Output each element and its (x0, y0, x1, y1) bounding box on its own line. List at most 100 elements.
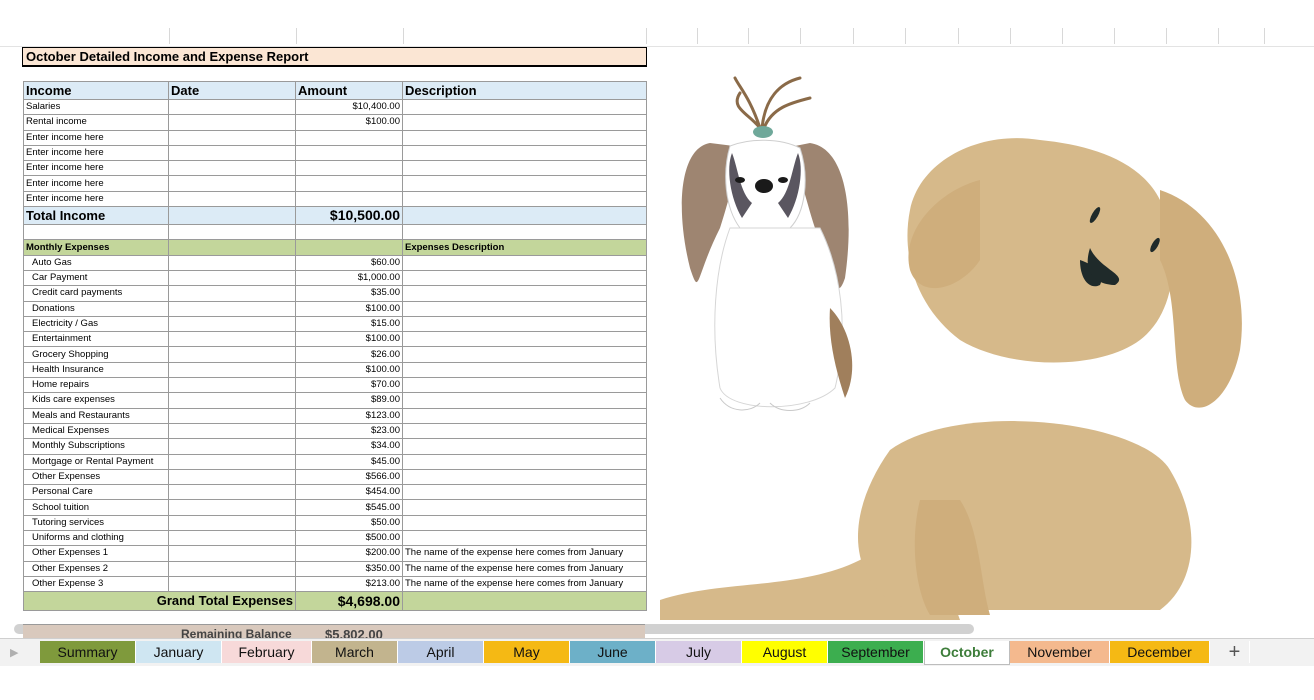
expense-label-cell[interactable]: Monthly Subscriptions (23, 438, 169, 455)
grand-total-description-cell[interactable] (402, 591, 647, 612)
expense-date-cell[interactable] (168, 453, 296, 470)
description-header[interactable]: Description (402, 81, 647, 100)
expense-label-cell[interactable]: Entertainment (23, 331, 169, 348)
grand-total-label[interactable]: Grand Total Expenses (23, 591, 296, 612)
expense-amount-cell[interactable]: $15.00 (295, 315, 403, 333)
expense-description-cell[interactable] (402, 530, 647, 547)
expense-amount-cell[interactable]: $26.00 (295, 346, 403, 363)
income-description-cell[interactable] (402, 190, 647, 208)
blank-cell[interactable] (402, 224, 647, 241)
expense-date-cell[interactable] (168, 560, 296, 577)
expense-label-cell[interactable]: Grocery Shopping (23, 346, 169, 363)
expense-date-cell[interactable] (168, 331, 296, 348)
income-label-cell[interactable]: Enter income here (23, 160, 169, 177)
expense-date-cell[interactable] (168, 285, 296, 302)
expense-date-cell[interactable] (168, 514, 296, 532)
total-income-label[interactable]: Total Income (23, 206, 169, 226)
tab-september[interactable]: September (828, 641, 924, 663)
income-date-cell[interactable] (168, 190, 296, 208)
expense-amount-cell[interactable]: $60.00 (295, 254, 403, 271)
tab-summary[interactable]: Summary (40, 641, 136, 663)
income-description-cell[interactable] (402, 144, 647, 162)
total-income-date-cell[interactable] (168, 206, 296, 226)
expense-date-cell[interactable] (168, 530, 296, 547)
expense-date-cell[interactable] (168, 499, 296, 516)
expense-amount-cell[interactable]: $500.00 (295, 530, 403, 547)
expense-description-cell[interactable]: The name of the expense here comes from … (402, 545, 647, 562)
expense-date-cell[interactable] (168, 545, 296, 562)
tab-december[interactable]: December (1110, 641, 1210, 663)
expense-label-cell[interactable]: Other Expenses (23, 468, 169, 486)
blank-cell[interactable] (295, 224, 403, 241)
tab-april[interactable]: April (398, 641, 484, 663)
expense-description-cell[interactable] (402, 361, 647, 379)
expense-description-cell[interactable] (402, 346, 647, 363)
income-amount-cell[interactable] (295, 190, 403, 208)
expense-label-cell[interactable]: Medical Expenses (23, 422, 169, 440)
expenses-date-header[interactable] (168, 239, 296, 256)
expense-description-cell[interactable] (402, 315, 647, 333)
expense-label-cell[interactable]: Health Insurance (23, 361, 169, 379)
income-label-cell[interactable]: Enter income here (23, 190, 169, 208)
income-description-cell[interactable] (402, 98, 647, 116)
expense-description-cell[interactable] (402, 392, 647, 409)
expense-date-cell[interactable] (168, 315, 296, 333)
expense-label-cell[interactable]: Credit card payments (23, 285, 169, 302)
tab-june[interactable]: June (570, 641, 656, 663)
expense-date-cell[interactable] (168, 484, 296, 501)
tab-august[interactable]: August (742, 641, 828, 663)
expense-amount-cell[interactable]: $200.00 (295, 545, 403, 562)
expense-date-cell[interactable] (168, 346, 296, 363)
expense-description-cell[interactable] (402, 285, 647, 302)
expense-amount-cell[interactable]: $545.00 (295, 499, 403, 516)
income-description-cell[interactable] (402, 160, 647, 177)
expense-label-cell[interactable]: Other Expenses 2 (23, 560, 169, 577)
expense-description-cell[interactable] (402, 331, 647, 348)
expense-amount-cell[interactable]: $100.00 (295, 361, 403, 379)
expense-date-cell[interactable] (168, 392, 296, 409)
tab-january[interactable]: January (136, 641, 222, 663)
add-sheet-button[interactable]: + (1220, 641, 1250, 663)
expense-date-cell[interactable] (168, 300, 296, 317)
expense-amount-cell[interactable]: $213.00 (295, 575, 403, 593)
expense-description-cell[interactable] (402, 453, 647, 470)
tab-october[interactable]: October (924, 641, 1010, 665)
total-income-description-cell[interactable] (402, 206, 647, 226)
report-title[interactable]: October Detailed Income and Expense Repo… (22, 47, 647, 67)
expense-description-cell[interactable] (402, 300, 647, 317)
monthly-expenses-header[interactable]: Monthly Expenses (23, 239, 169, 256)
date-header[interactable]: Date (168, 81, 296, 100)
expenses-amount-header[interactable] (295, 239, 403, 256)
expense-amount-cell[interactable]: $89.00 (295, 392, 403, 409)
expense-label-cell[interactable]: Personal Care (23, 484, 169, 501)
expense-date-cell[interactable] (168, 438, 296, 455)
blank-cell[interactable] (168, 224, 296, 241)
expense-amount-cell[interactable]: $566.00 (295, 468, 403, 486)
expense-amount-cell[interactable]: $100.00 (295, 331, 403, 348)
income-amount-cell[interactable] (295, 144, 403, 162)
income-label-cell[interactable]: Enter income here (23, 129, 169, 146)
grand-total-value[interactable]: $4,698.00 (295, 591, 403, 612)
expense-description-cell[interactable] (402, 499, 647, 516)
income-date-cell[interactable] (168, 175, 296, 192)
expense-label-cell[interactable]: Home repairs (23, 377, 169, 394)
expense-label-cell[interactable]: Kids care expenses (23, 392, 169, 409)
expense-description-cell[interactable]: The name of the expense here comes from … (402, 575, 647, 593)
expense-label-cell[interactable]: Other Expense 3 (23, 575, 169, 593)
expense-date-cell[interactable] (168, 407, 296, 424)
amount-header[interactable]: Amount (295, 81, 403, 100)
income-amount-cell[interactable]: $10,400.00 (295, 98, 403, 116)
expense-amount-cell[interactable]: $350.00 (295, 560, 403, 577)
expense-description-cell[interactable] (402, 407, 647, 424)
expense-date-cell[interactable] (168, 422, 296, 440)
expense-label-cell[interactable]: Car Payment (23, 269, 169, 287)
income-description-cell[interactable] (402, 175, 647, 192)
tab-march[interactable]: March (312, 641, 398, 663)
income-description-cell[interactable] (402, 129, 647, 146)
income-amount-cell[interactable] (295, 175, 403, 192)
expense-description-cell[interactable] (402, 422, 647, 440)
income-date-cell[interactable] (168, 160, 296, 177)
income-label-cell[interactable]: Salaries (23, 98, 169, 116)
expense-amount-cell[interactable]: $454.00 (295, 484, 403, 501)
expense-label-cell[interactable]: Mortgage or Rental Payment (23, 453, 169, 470)
